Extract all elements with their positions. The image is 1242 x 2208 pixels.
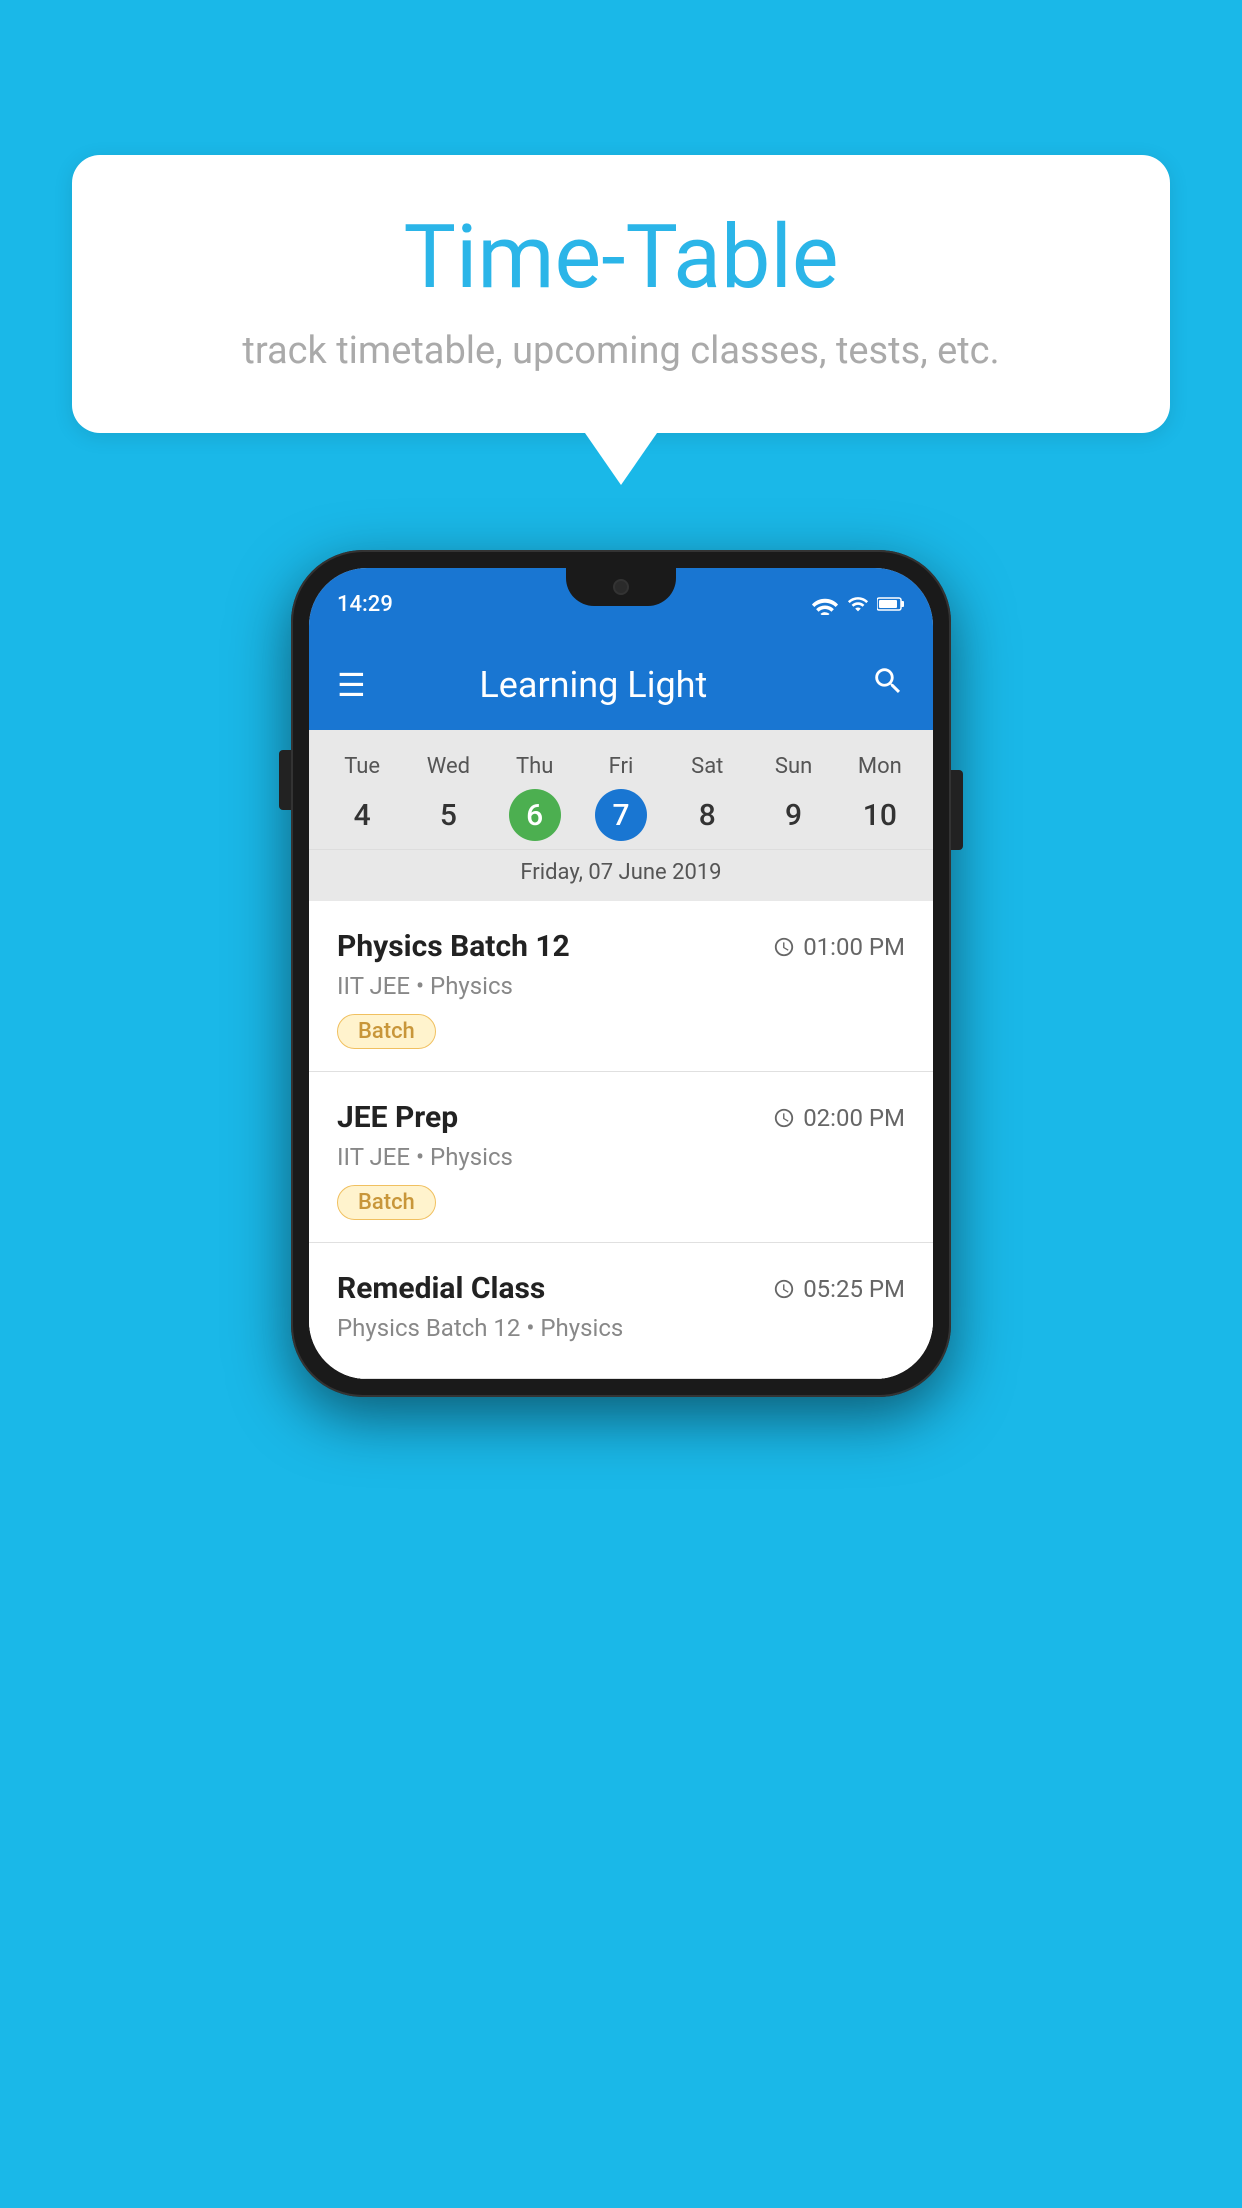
day-name: Fri — [609, 754, 634, 779]
speech-bubble-tail — [585, 433, 657, 485]
schedule-item-subtitle: IIT JEE • Physics — [337, 972, 905, 1000]
day-number[interactable]: 4 — [336, 789, 388, 841]
clock-icon — [773, 1107, 795, 1129]
schedule-item-title: Physics Batch 12 — [337, 929, 570, 964]
day-col-fri[interactable]: Fri 7 — [581, 754, 661, 841]
schedule-item-title: Remedial Class — [337, 1271, 545, 1306]
battery-icon — [877, 593, 905, 615]
selected-date-label: Friday, 07 June 2019 — [309, 849, 933, 901]
days-row: Tue 4 Wed 5 Thu 6 Fri 7 Sat 8 Sun 9 Mon 10 — [309, 746, 933, 849]
clock-icon — [773, 1278, 795, 1300]
schedule-list: Physics Batch 12 01:00 PM IIT JEE • Physic… — [309, 901, 933, 1379]
batch-tag: Batch — [337, 1014, 436, 1049]
phone-outer-shell: 14:29 — [291, 550, 951, 1397]
schedule-item-header: JEE Prep 02:00 PM — [337, 1100, 905, 1135]
day-number[interactable]: 9 — [768, 789, 820, 841]
day-name: Sat — [691, 754, 723, 779]
schedule-item-1[interactable]: JEE Prep 02:00 PM IIT JEE • Physics Batch — [309, 1072, 933, 1243]
speech-bubble-card: Time-Table track timetable, upcoming cla… — [72, 155, 1170, 433]
day-col-sat[interactable]: Sat 8 — [667, 754, 747, 841]
notch — [566, 568, 676, 606]
day-name: Wed — [427, 754, 470, 779]
hamburger-menu-icon[interactable]: ☰ — [337, 666, 366, 704]
status-bar: 14:29 — [309, 568, 933, 640]
day-col-sun[interactable]: Sun 9 — [754, 754, 834, 841]
day-number[interactable]: 8 — [681, 789, 733, 841]
speech-bubble-title: Time-Table — [132, 210, 1110, 307]
calendar-strip: Tue 4 Wed 5 Thu 6 Fri 7 Sat 8 Sun 9 Mon 10 Friday, 07… — [309, 730, 933, 901]
phone-mockup: 14:29 — [291, 550, 951, 1397]
schedule-item-0[interactable]: Physics Batch 12 01:00 PM IIT JEE • Physic… — [309, 901, 933, 1072]
day-col-tue[interactable]: Tue 4 — [322, 754, 402, 841]
day-col-mon[interactable]: Mon 10 — [840, 754, 920, 841]
day-name: Mon — [858, 754, 902, 779]
schedule-item-time: 02:00 PM — [773, 1104, 905, 1132]
camera — [613, 579, 629, 595]
day-number[interactable]: 5 — [422, 789, 474, 841]
batch-tag: Batch — [337, 1185, 436, 1220]
wifi-icon — [811, 593, 839, 615]
day-name: Tue — [344, 754, 380, 779]
search-icon[interactable] — [871, 664, 905, 706]
day-number[interactable]: 10 — [854, 789, 906, 841]
schedule-item-header: Physics Batch 12 01:00 PM — [337, 929, 905, 964]
day-name: Thu — [516, 754, 553, 779]
app-bar: ☰ Learning Light — [309, 640, 933, 730]
signal-icon — [847, 593, 869, 615]
app-title: Learning Light — [390, 664, 797, 706]
schedule-item-subtitle: Physics Batch 12 • Physics — [337, 1314, 905, 1342]
day-name: Sun — [775, 754, 812, 779]
schedule-item-2[interactable]: Remedial Class 05:25 PM Physics Batch 12 •… — [309, 1243, 933, 1379]
schedule-item-time: 01:00 PM — [773, 933, 905, 961]
clock-icon — [773, 936, 795, 958]
speech-bubble-section: Time-Table track timetable, upcoming cla… — [72, 155, 1170, 485]
schedule-item-header: Remedial Class 05:25 PM — [337, 1271, 905, 1306]
day-number[interactable]: 7 — [595, 789, 647, 841]
status-icons — [811, 593, 905, 615]
day-col-thu[interactable]: Thu 6 — [495, 754, 575, 841]
schedule-item-title: JEE Prep — [337, 1100, 458, 1135]
speech-bubble-subtitle: track timetable, upcoming classes, tests… — [132, 329, 1110, 373]
status-time: 14:29 — [337, 592, 393, 617]
day-number[interactable]: 6 — [509, 789, 561, 841]
schedule-item-time: 05:25 PM — [773, 1275, 905, 1303]
schedule-item-subtitle: IIT JEE • Physics — [337, 1143, 905, 1171]
day-col-wed[interactable]: Wed 5 — [408, 754, 488, 841]
phone-screen: 14:29 — [309, 568, 933, 1379]
